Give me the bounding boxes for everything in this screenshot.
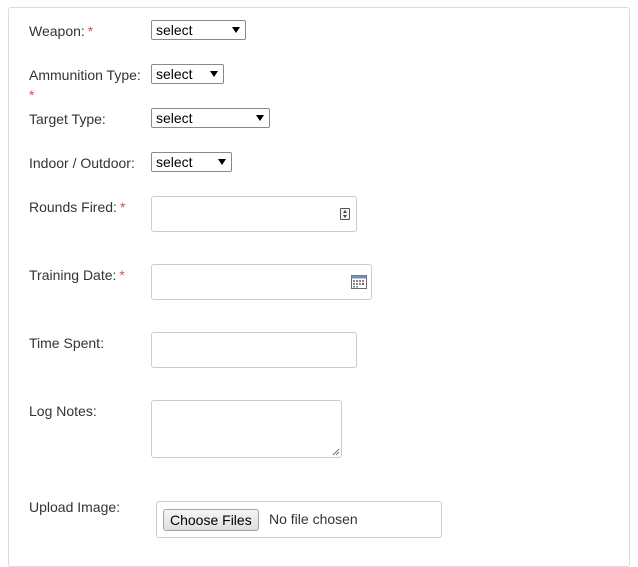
indoor-outdoor-select[interactable]: select xyxy=(151,152,232,172)
weapon-label-text: Weapon: xyxy=(29,23,85,39)
dropdown-arrow-icon xyxy=(256,115,264,121)
log-notes-label: Log Notes: xyxy=(29,403,97,419)
dropdown-arrow-icon xyxy=(218,159,226,165)
dropdown-arrow-icon xyxy=(232,27,240,33)
calendar-icon[interactable] xyxy=(351,275,367,289)
target-type-select[interactable]: select xyxy=(151,108,270,128)
ammunition-type-label: Ammunition Type: xyxy=(29,67,141,83)
ammunition-type-select[interactable]: select xyxy=(151,64,224,84)
ammunition-type-select-value: select xyxy=(156,66,193,82)
required-marker: * xyxy=(87,23,94,39)
indoor-outdoor-select-value: select xyxy=(156,154,193,170)
weapon-select[interactable]: select xyxy=(151,20,246,40)
rounds-fired-label-text: Rounds Fired: xyxy=(29,199,117,215)
weapon-select-value: select xyxy=(156,22,193,38)
target-type-label: Target Type: xyxy=(29,111,106,127)
number-spinner-icon[interactable] xyxy=(340,208,350,220)
training-date-label-text: Training Date: xyxy=(29,267,117,283)
required-marker: * xyxy=(29,87,35,103)
upload-image-label: Upload Image: xyxy=(29,499,121,515)
time-spent-label: Time Spent: xyxy=(29,335,104,351)
training-date-input[interactable] xyxy=(151,264,372,300)
indoor-outdoor-label: Indoor / Outdoor: xyxy=(29,155,135,171)
choose-files-button[interactable]: Choose Files xyxy=(163,509,259,531)
file-status-text: No file chosen xyxy=(269,511,358,527)
time-spent-input[interactable] xyxy=(151,332,357,368)
rounds-fired-input[interactable] xyxy=(151,196,357,232)
file-upload-field: Choose Files No file chosen xyxy=(156,501,442,538)
rounds-fired-label: Rounds Fired: * xyxy=(29,199,125,216)
resize-handle-icon[interactable] xyxy=(332,448,340,456)
required-marker: * xyxy=(119,267,125,283)
weapon-label: Weapon: * xyxy=(29,23,93,40)
required-marker: * xyxy=(119,199,126,215)
target-type-select-value: select xyxy=(156,110,193,126)
dropdown-arrow-icon xyxy=(210,71,218,77)
training-date-label: Training Date: * xyxy=(29,267,125,284)
log-notes-textarea[interactable] xyxy=(151,400,342,458)
